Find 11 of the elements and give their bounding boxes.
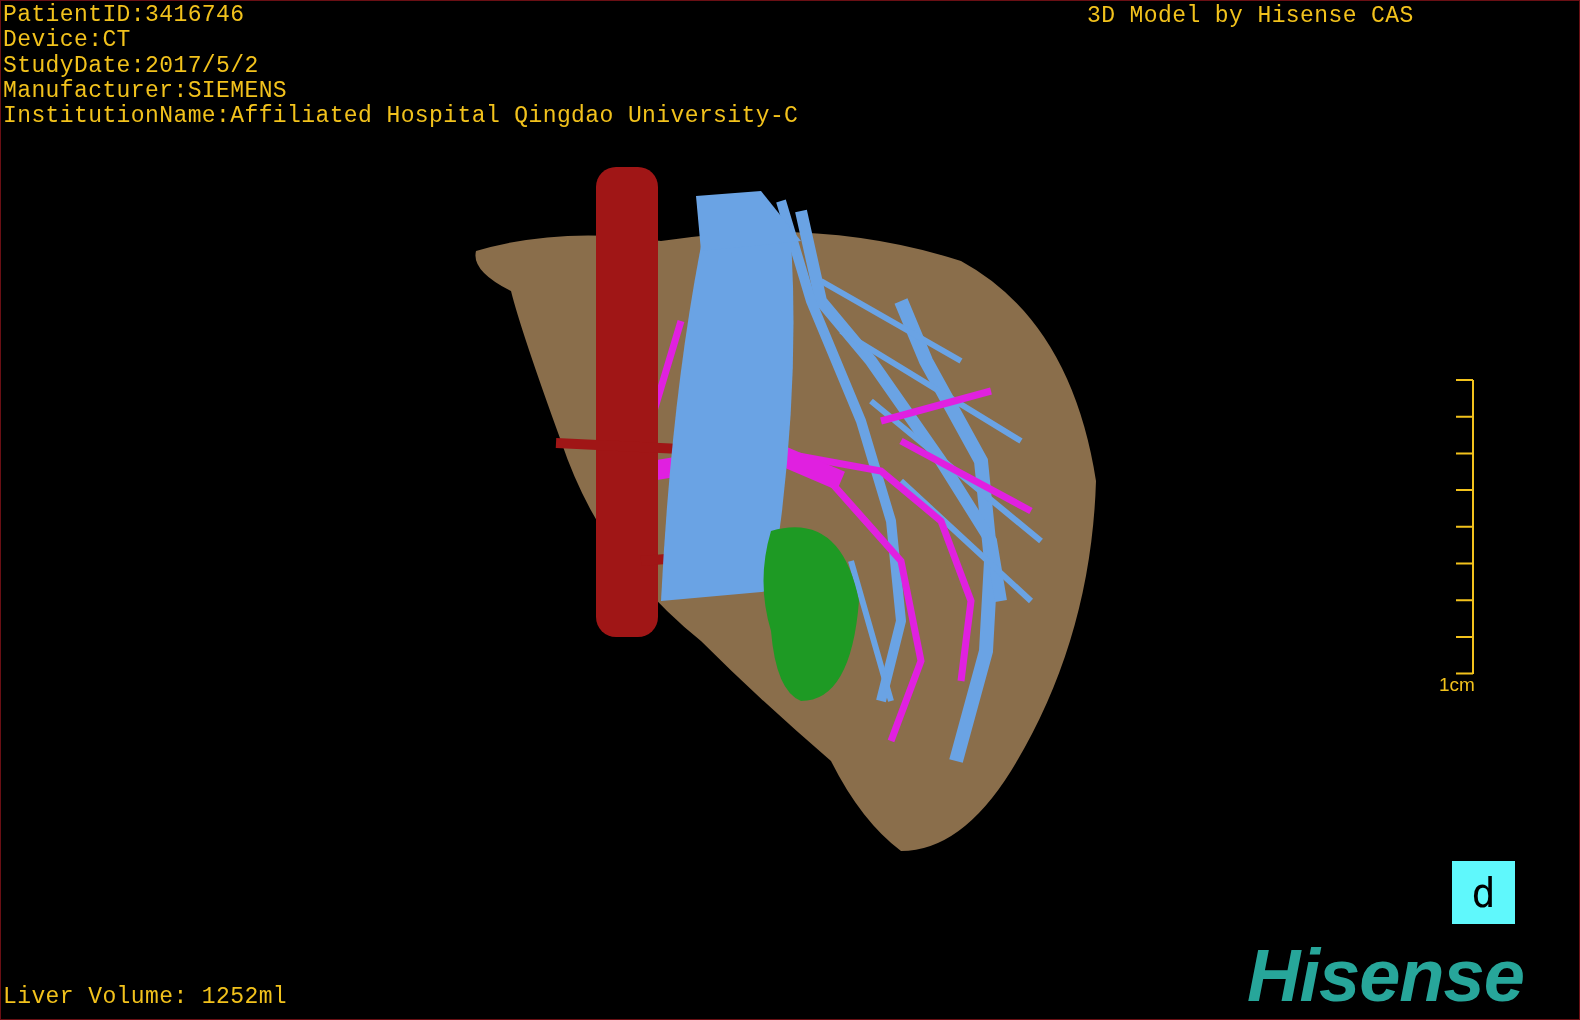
view-label: d	[1452, 861, 1515, 924]
scale-bar-label: 1cm	[1439, 675, 1475, 695]
scale-bar-icon	[1453, 379, 1474, 675]
patient-info-text: StudyDate:2017/5/2	[3, 53, 260, 79]
patient-info-text: InstitutionName:Affiliated Hospital Qingdao University-C	[3, 104, 799, 130]
patient-info-text: PatientID:3416746	[3, 3, 246, 28]
patient-info-text: Device:CT	[3, 28, 132, 54]
liver-volume-text: Liver Volume: 1252ml	[3, 985, 288, 1010]
patient-info-text: Manufacturer:SIEMENS	[3, 78, 289, 104]
header-title: 3D Model by Hisense CAS	[1087, 4, 1414, 29]
logo: Hisense	[1247, 941, 1524, 1011]
